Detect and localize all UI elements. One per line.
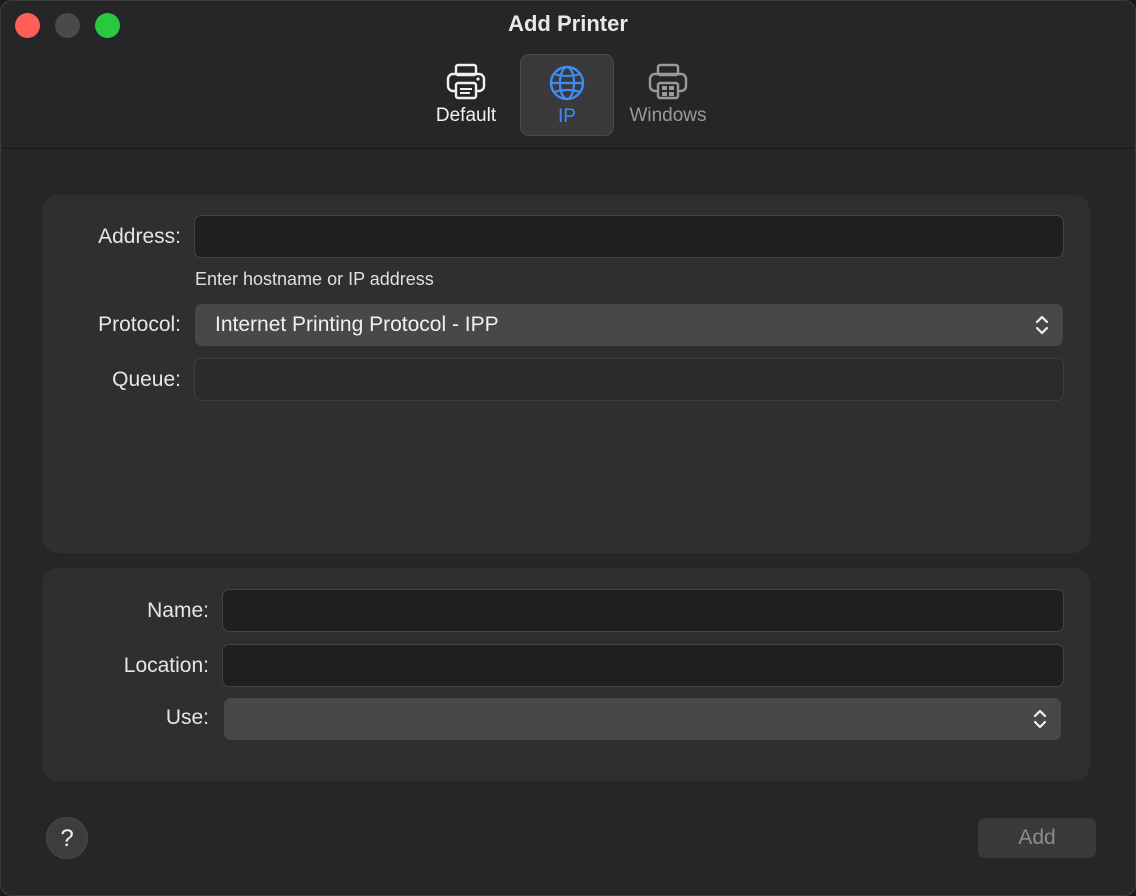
window-title: Add Printer [508, 11, 628, 36]
protocol-label: Protocol: [98, 313, 181, 336]
protocol-selected-value: Internet Printing Protocol - IPP [215, 313, 499, 336]
globe-icon [549, 65, 585, 101]
address-label: Address: [98, 225, 181, 248]
queue-input[interactable] [194, 358, 1064, 401]
chevron-up-down-icon [1035, 315, 1049, 335]
address-input[interactable] [194, 215, 1064, 258]
add-button[interactable]: Add [978, 818, 1096, 858]
protocol-select[interactable]: Internet Printing Protocol - IPP [195, 304, 1063, 346]
windows-printer-icon [648, 63, 688, 100]
tab-windows-label: Windows [629, 105, 707, 126]
use-label: Use: [165, 706, 209, 729]
tab-windows[interactable]: Windows [621, 54, 715, 136]
tab-ip-label: IP [558, 106, 576, 127]
location-label: Location: [123, 654, 209, 677]
add-printer-window: Add Printer Default IP Windows Address: … [0, 0, 1136, 896]
name-label: Name: [147, 599, 209, 622]
address-hint: Enter hostname or IP address [195, 269, 434, 289]
tab-default[interactable]: Default [419, 54, 513, 136]
printer-icon [446, 63, 486, 100]
location-input[interactable] [222, 644, 1064, 687]
name-input[interactable] [222, 589, 1064, 632]
tab-default-label: Default [435, 105, 497, 126]
chevron-up-down-icon [1033, 709, 1047, 729]
toolbar-divider [1, 148, 1135, 149]
help-button[interactable]: ? [46, 817, 88, 859]
queue-label: Queue: [112, 368, 181, 391]
use-select[interactable] [224, 698, 1061, 740]
tab-ip[interactable]: IP [520, 54, 614, 136]
